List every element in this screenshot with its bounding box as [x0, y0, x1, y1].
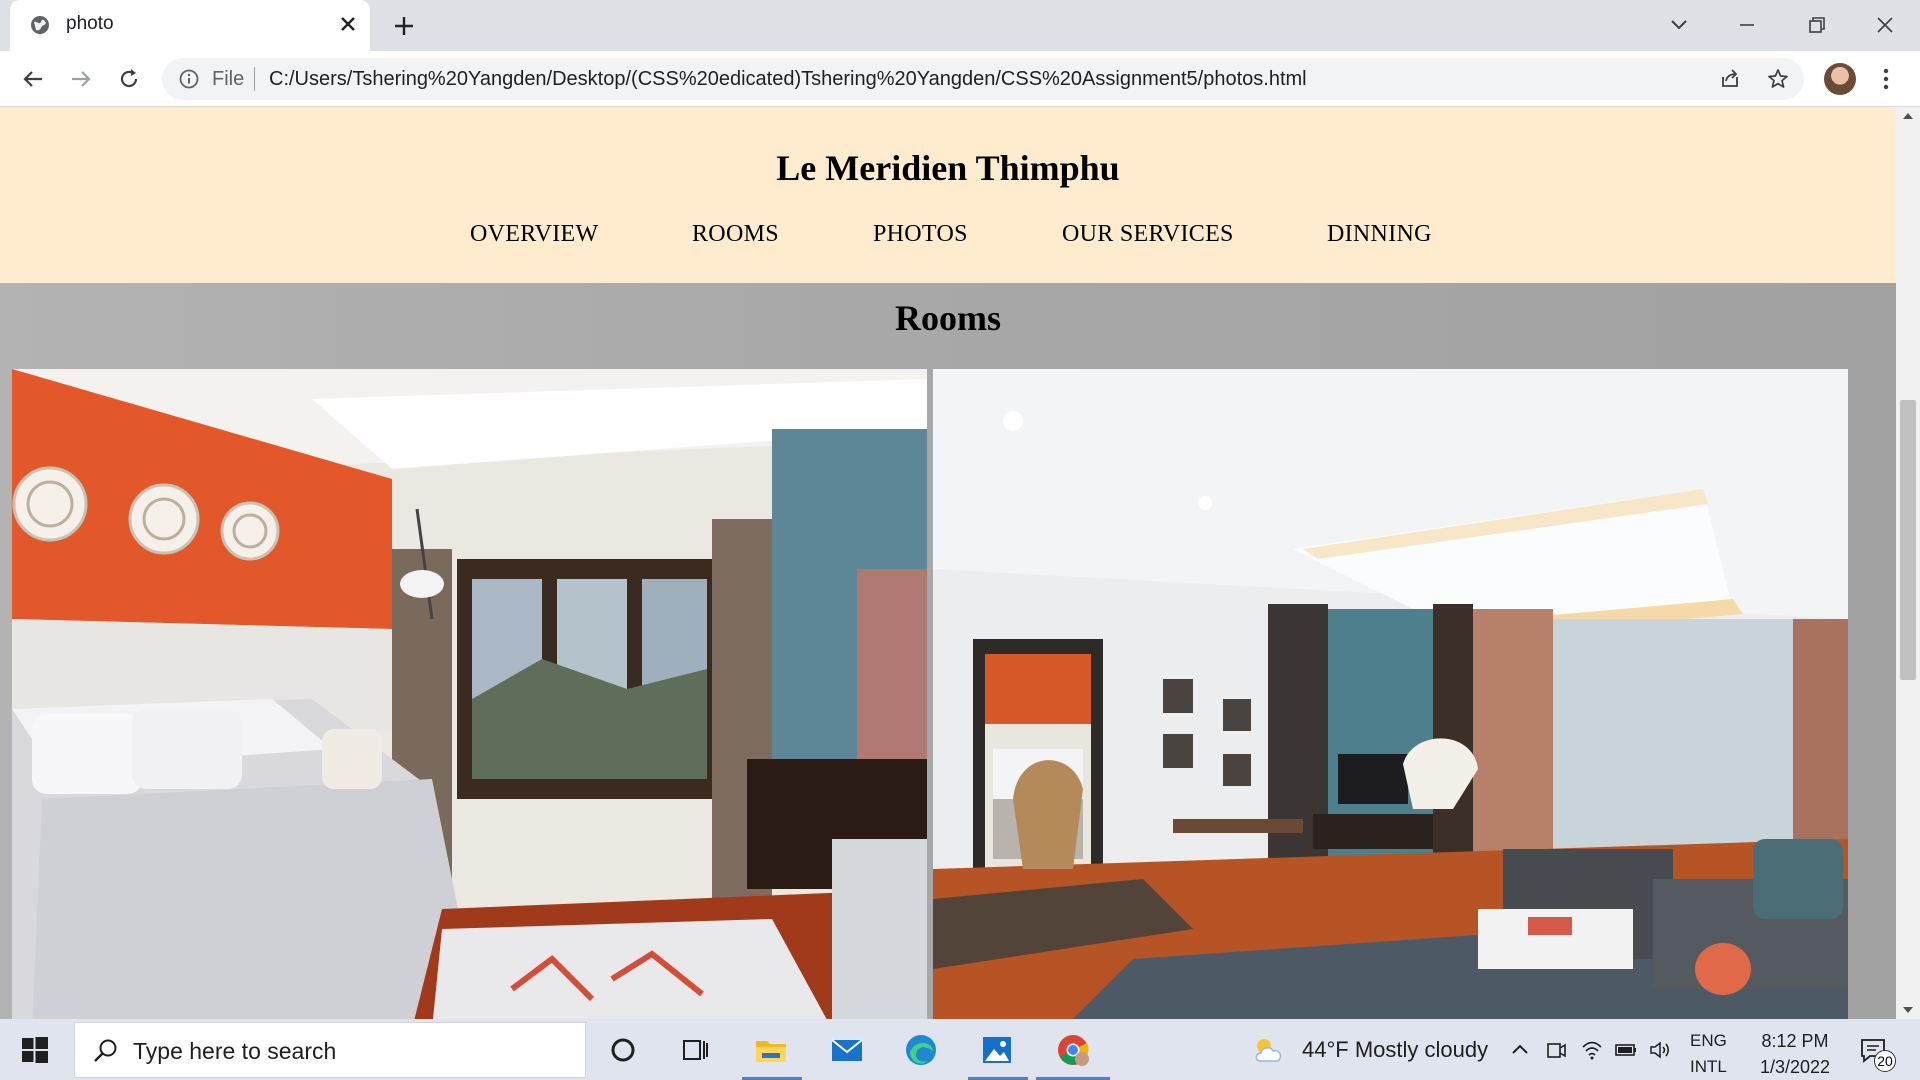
keyboard-layout: INTL	[1690, 1057, 1727, 1076]
forward-arrow-icon[interactable]	[66, 64, 96, 94]
address-bar[interactable]: File C:/Users/Tshering%20Yangden/Desktop…	[162, 58, 1804, 100]
bedroom-photo	[12, 369, 927, 1019]
notification-count-badge: 20	[1874, 1050, 1896, 1072]
address-scheme-label: File	[212, 68, 245, 90]
photo-gallery: Rooms	[0, 283, 1896, 1019]
minimize-icon[interactable]	[1732, 10, 1762, 40]
globe-icon	[31, 16, 49, 34]
battery-icon[interactable]	[1614, 1039, 1638, 1061]
living-room-photo	[933, 369, 1848, 1019]
nav-link-dinning[interactable]: DINNING	[1327, 221, 1432, 248]
browser-menu-icon[interactable]	[1876, 65, 1896, 93]
nav-link-rooms[interactable]: ROOMS	[692, 221, 779, 248]
nav-link-photos[interactable]: PHOTOS	[873, 221, 968, 248]
file-explorer-icon[interactable]	[752, 1031, 790, 1069]
close-tab-icon[interactable]	[336, 12, 360, 36]
section-title: Rooms	[895, 298, 1001, 338]
clock-time: 8:12 PM	[1761, 1031, 1829, 1051]
browser-tab-strip: photo	[0, 0, 1920, 51]
cortana-icon[interactable]	[604, 1031, 642, 1069]
taskbar-clock[interactable]: 8:12 PM 1/3/2022	[1752, 1028, 1838, 1080]
tab-title: photo	[66, 13, 114, 34]
chrome-icon[interactable]	[1054, 1031, 1092, 1069]
windows-taskbar: Type here to search 44°F Mostly cloudy E…	[0, 1019, 1920, 1080]
show-hidden-icons-chevron-icon[interactable]	[1508, 1039, 1532, 1061]
profile-avatar[interactable]	[1824, 63, 1856, 95]
reload-icon[interactable]	[114, 64, 144, 94]
wifi-icon[interactable]	[1580, 1039, 1604, 1061]
browser-toolbar: File C:/Users/Tshering%20Yangden/Desktop…	[0, 51, 1920, 107]
site-header: Le Meridien Thimphu OVERVIEW ROOMS PHOTO…	[0, 107, 1896, 283]
mail-icon[interactable]	[828, 1031, 866, 1069]
bookmark-star-icon[interactable]	[1766, 67, 1790, 91]
restore-icon[interactable]	[1802, 10, 1832, 40]
scrollbar-thumb[interactable]	[1900, 400, 1916, 680]
edge-browser-icon[interactable]	[902, 1031, 940, 1069]
nav-link-our-services[interactable]: OUR SERVICES	[1062, 221, 1234, 248]
language-code: ENG	[1690, 1031, 1727, 1050]
back-arrow-icon[interactable]	[18, 64, 48, 94]
input-language-indicator[interactable]: ENG INTL	[1690, 1028, 1727, 1080]
photos-app-icon[interactable]	[978, 1031, 1016, 1069]
windows-start-icon[interactable]	[22, 1037, 48, 1063]
search-icon	[94, 1039, 117, 1062]
info-icon[interactable]	[178, 68, 200, 90]
task-view-icon[interactable]	[676, 1031, 714, 1069]
volume-icon[interactable]	[1648, 1039, 1672, 1061]
browser-tab[interactable]: photo	[10, 0, 370, 51]
share-icon[interactable]	[1718, 67, 1742, 91]
scroll-down-arrow-icon[interactable]	[1903, 1007, 1913, 1013]
site-title: Le Meridien Thimphu	[776, 148, 1120, 188]
page-viewport: Le Meridien Thimphu OVERVIEW ROOMS PHOTO…	[0, 107, 1896, 1019]
clock-date: 1/3/2022	[1759, 1057, 1831, 1077]
weather-text[interactable]: 44°F Mostly cloudy	[1302, 1037, 1488, 1063]
address-divider	[254, 67, 255, 91]
weather-cloudy-icon[interactable]	[1252, 1035, 1288, 1065]
nav-link-overview[interactable]: OVERVIEW	[470, 221, 598, 248]
scroll-up-arrow-icon[interactable]	[1903, 113, 1913, 119]
new-tab-icon[interactable]	[390, 12, 418, 40]
taskbar-search-placeholder: Type here to search	[133, 1038, 337, 1064]
close-window-icon[interactable]	[1870, 10, 1900, 40]
taskbar-search-box[interactable]: Type here to search	[74, 1022, 586, 1078]
page-scrollbar[interactable]	[1896, 107, 1920, 1019]
site-nav: OVERVIEW ROOMS PHOTOS OUR SERVICES DINNI…	[0, 221, 1896, 261]
meet-now-icon[interactable]	[1544, 1039, 1568, 1061]
address-url[interactable]: C:/Users/Tshering%20Yangden/Desktop/(CSS…	[269, 68, 1307, 91]
tab-search-chevron-icon[interactable]	[1664, 10, 1694, 40]
